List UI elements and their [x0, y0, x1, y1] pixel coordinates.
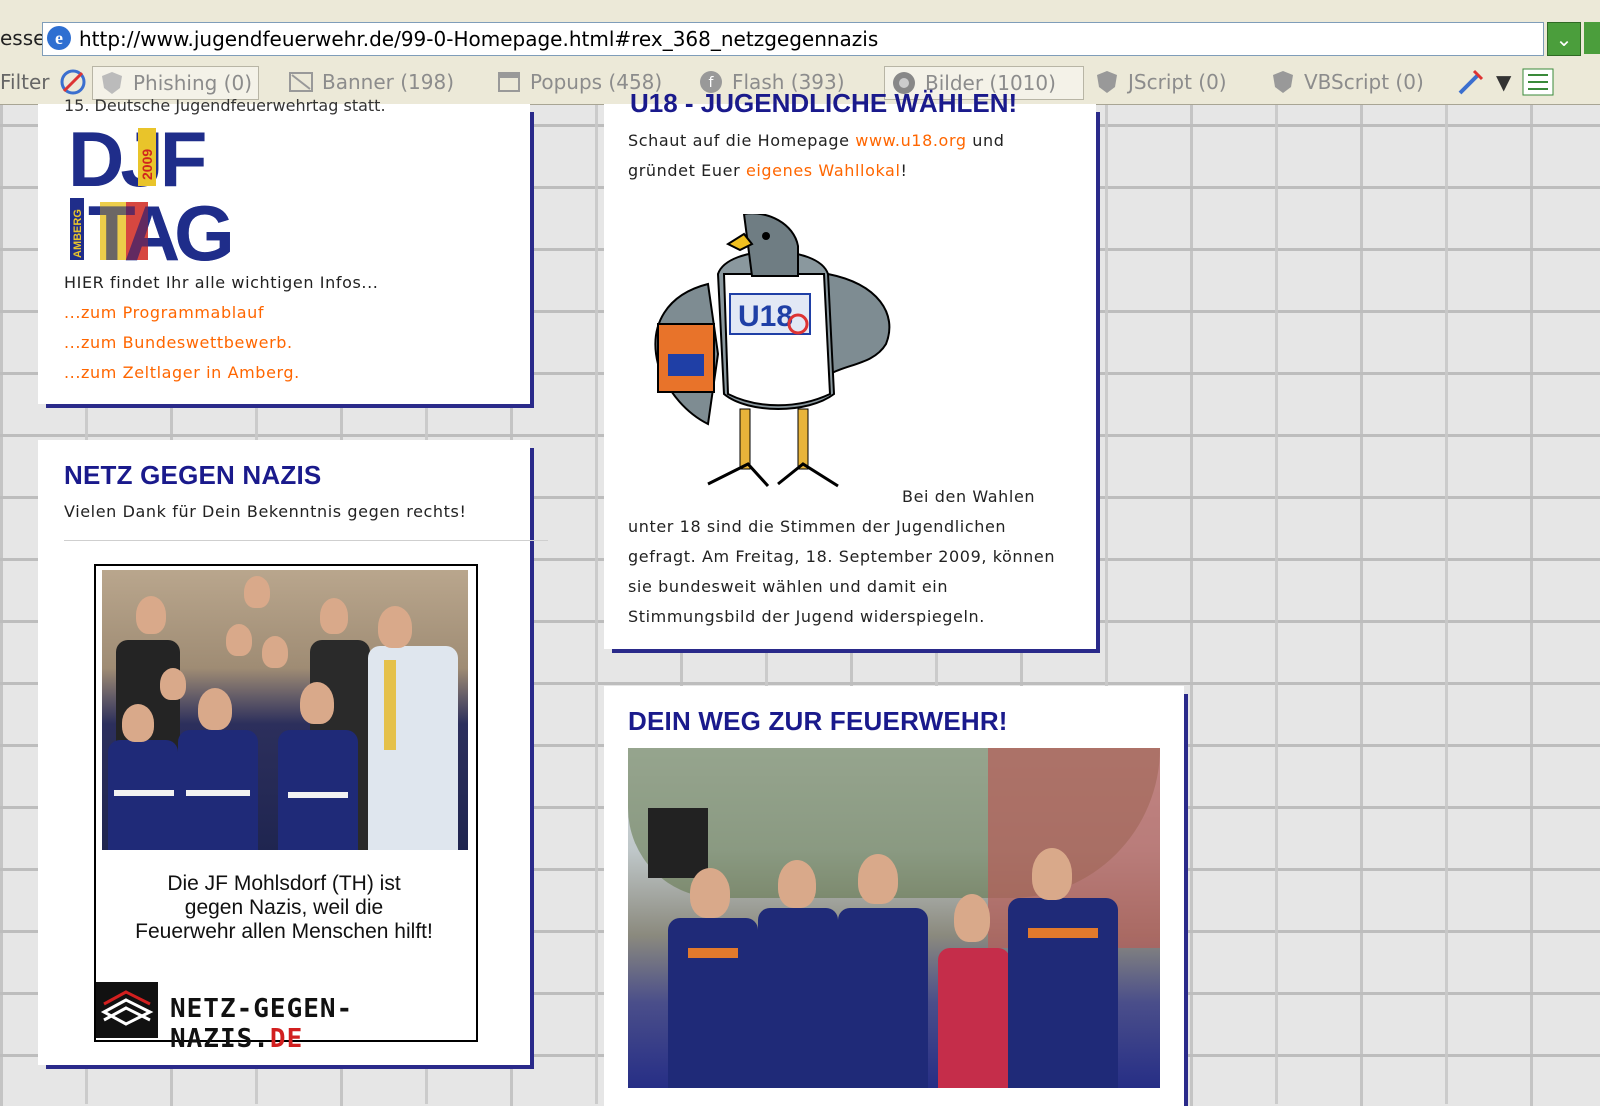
link-programmablauf[interactable]: ...zum Programmablauf [64, 298, 378, 328]
svg-text:2009: 2009 [139, 149, 155, 180]
filter-toggle-icon[interactable] [58, 66, 88, 98]
filter-jscript[interactable]: JScript (0) [1094, 66, 1227, 98]
list-options-icon[interactable] [1522, 66, 1554, 98]
popup-icon [498, 72, 520, 92]
dein-weg-box: DEIN WEG ZUR FEUERWEHR! [604, 686, 1184, 1106]
u18-title-cut: U18 - JUGENDLICHE WÄHLEN! [630, 88, 1018, 118]
poster-caption: Die JF Mohlsdorf (TH) ist gegen Nazis, w… [135, 872, 433, 943]
djf-info: HIER findet Ihr alle wichtigen Infos... … [64, 268, 378, 388]
kids-photo[interactable] [628, 748, 1160, 1088]
address-label: esse [0, 26, 46, 50]
link-eigenes-wahllokal[interactable]: eigenes Wahllokal [746, 161, 901, 180]
shield-icon [102, 72, 122, 94]
netz-gegen-nazis-box: NETZ GEGEN NAZIS Vielen Dank für Dein Be… [38, 440, 548, 1065]
divider [64, 540, 548, 541]
ngn-poster-image[interactable]: Die JF Mohlsdorf (TH) ist gegen Nazis, w… [94, 564, 478, 1054]
svg-text:AMBERG: AMBERG [72, 209, 84, 258]
u18-intro: Schaut auf die Homepage www.u18.org und … [628, 131, 1005, 180]
ngn-title: NETZ GEGEN NAZIS [64, 460, 322, 490]
ngn-logo: NETZ-GEGEN-NAZIS.DE [96, 982, 472, 1054]
filter-label: Filter [0, 70, 50, 94]
u18-eagle-mascot: U18 [654, 214, 891, 488]
address-bar: esse e http://www.jugendfeuerwehr.de/99-… [0, 16, 1600, 63]
url-text[interactable]: http://www.jugendfeuerwehr.de/99-0-Homep… [79, 27, 878, 51]
banner-icon [289, 72, 313, 92]
u18-body: Bei den Wahlen unter 18 sind die Stimmen… [628, 487, 1056, 626]
cut-off-text: 15. Deutsche Jugendfeuerwehrtag statt. [64, 96, 386, 115]
ngn-logo-icon [96, 982, 158, 1038]
link-zeltlager[interactable]: ...zum Zeltlager in Amberg. [64, 358, 378, 388]
filter-banner[interactable]: Banner (198) [288, 66, 454, 98]
weg-title: DEIN WEG ZUR FEUERWEHR! [628, 706, 1008, 736]
link-bundeswettbewerb[interactable]: ...zum Bundeswettbewerb. [64, 328, 378, 358]
u18-box: U18 - JUGENDLICHE WÄHLEN! Schaut auf die… [604, 88, 1096, 649]
go-button[interactable] [1584, 22, 1600, 54]
info-text: HIER findet Ihr alle wichtigen Infos... [64, 273, 379, 292]
vbscript-icon [1273, 71, 1293, 93]
ie-page-icon: e [47, 26, 71, 50]
jscript-icon [1097, 71, 1117, 93]
address-dropdown-button[interactable]: ⌄ [1547, 22, 1581, 56]
djf-tag-logo: DJF 2009 TAG AMBERG TAG [68, 118, 236, 262]
group-photo [102, 570, 468, 850]
svg-text:U18: U18 [738, 300, 793, 333]
filter-phishing[interactable]: Phishing (0) [92, 66, 260, 100]
menu-strip [0, 0, 1600, 17]
ngn-thanks-text: Vielen Dank für Dein Bekenntnis gegen re… [64, 502, 467, 521]
svg-text:TAG: TAG [88, 189, 230, 262]
link-u18-org[interactable]: www.u18.org [855, 131, 966, 150]
settings-wand-icon[interactable] [1456, 66, 1486, 98]
filter-vbscript[interactable]: VBScript (0) [1270, 66, 1424, 98]
url-input[interactable]: e http://www.jugendfeuerwehr.de/99-0-Hom… [42, 22, 1544, 56]
dropdown-arrow-icon[interactable]: ▼ [1496, 66, 1511, 98]
djf-tag-box: 15. Deutsche Jugendfeuerwehrtag statt. D… [38, 96, 530, 404]
ngn-logo-text: NETZ-GEGEN-NAZIS.DE [170, 994, 354, 1054]
